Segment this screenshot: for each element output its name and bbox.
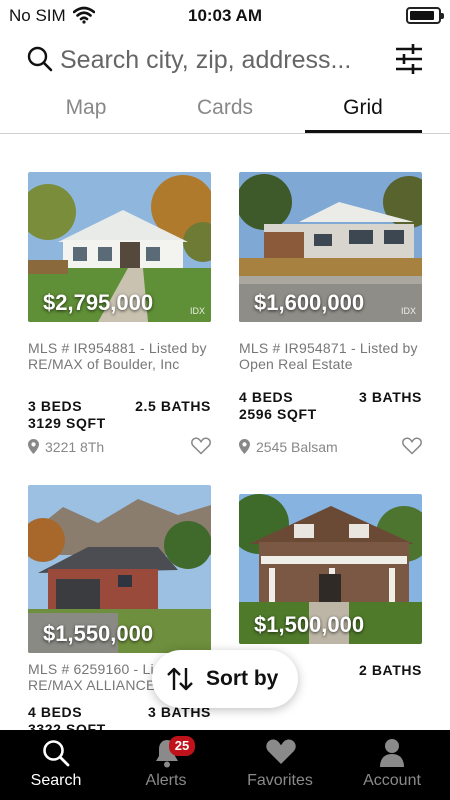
listing-address-row: 3221 8Th xyxy=(28,439,211,457)
listing-photo[interactable]: $1,500,000 xyxy=(239,494,422,644)
location-pin-icon xyxy=(28,439,39,457)
status-time: 10:03 AM xyxy=(187,6,262,25)
view-tabs: Map Cards Grid xyxy=(0,92,450,134)
listing-sqft: 3322 SQFT xyxy=(28,721,106,730)
listing-beds: 4 BEDS xyxy=(28,704,83,720)
idx-logo: IDX xyxy=(400,306,416,316)
nav-alerts-label: Alerts xyxy=(145,772,187,789)
listing-card[interactable]: $1,600,000 IDX MLS # IR954871 - Listed b… xyxy=(239,172,422,472)
listing-photo[interactable]: $1,600,000 IDX xyxy=(239,172,422,322)
listing-address-row: 2545 Balsam xyxy=(239,439,422,457)
tab-active-indicator xyxy=(305,130,422,133)
listing-specs-row: 3 BEDS 2.5 BATHS xyxy=(28,398,211,414)
favorite-heart-icon[interactable] xyxy=(191,437,211,460)
location-pin-icon xyxy=(239,439,250,457)
search-icon[interactable] xyxy=(26,45,54,78)
listing-sqft: 3129 SQFT xyxy=(28,415,106,431)
listing-specs-row: 4 BEDS 3 BATHS xyxy=(239,389,422,405)
person-icon xyxy=(379,738,405,773)
favorite-heart-icon[interactable] xyxy=(402,437,422,460)
listing-photo[interactable]: $2,795,000 IDX xyxy=(28,172,211,322)
listing-card[interactable]: $2,795,000 IDX MLS # IR954881 - Listed b… xyxy=(28,172,211,472)
sort-by-button[interactable]: Sort by xyxy=(152,650,298,708)
listing-sqft: 2596 SQFT xyxy=(239,406,317,422)
listing-beds: 3 BEDS xyxy=(28,398,83,414)
nav-alerts[interactable]: 25 Alerts xyxy=(110,730,222,800)
status-bar: No SIM 10:03 AM xyxy=(0,0,450,32)
listing-baths: 2.5 BATHS xyxy=(135,398,211,414)
listing-mls: MLS # IR954881 - Listed by RE/MAX of Bou… xyxy=(28,340,207,372)
tab-map[interactable]: Map xyxy=(27,96,145,120)
listing-price: $1,500,000 xyxy=(254,612,365,637)
listing-address: 3221 8Th xyxy=(45,439,105,455)
nav-search-label: Search xyxy=(30,772,82,789)
heart-icon xyxy=(265,738,297,771)
nav-favorites-label: Favorites xyxy=(247,772,313,789)
tab-grid[interactable]: Grid xyxy=(304,96,422,120)
bottom-nav: Search 25 Alerts Favorites Account xyxy=(0,730,450,800)
nav-search[interactable]: Search xyxy=(0,730,112,800)
search-bar xyxy=(0,40,450,82)
idx-logo: IDX xyxy=(189,306,205,316)
listing-price: $1,600,000 xyxy=(254,290,365,315)
listing-baths: 2 BATHS xyxy=(358,662,422,678)
listing-baths: 3 BATHS xyxy=(358,389,422,405)
listing-beds: 4 BEDS xyxy=(239,389,294,405)
listing-price: $2,795,000 xyxy=(43,290,154,315)
listing-address: 2545 Balsam xyxy=(256,439,338,455)
filter-icon[interactable] xyxy=(394,42,424,81)
search-input[interactable] xyxy=(60,42,380,78)
listing-mls: MLS # IR954871 - Listed by Open Real Est… xyxy=(239,340,418,372)
nav-favorites[interactable]: Favorites xyxy=(224,730,336,800)
battery-icon xyxy=(406,7,444,24)
listing-photo[interactable]: $1,550,000 xyxy=(28,485,211,653)
nav-account-label: Account xyxy=(363,772,421,789)
nav-account[interactable]: Account xyxy=(336,730,448,800)
tab-cards[interactable]: Cards xyxy=(166,96,284,120)
search-icon xyxy=(41,738,71,773)
sort-by-label: Sort by xyxy=(206,667,279,690)
sort-arrows-icon xyxy=(166,666,194,697)
listing-price: $1,550,000 xyxy=(43,621,154,646)
alerts-count-badge: 25 xyxy=(169,736,195,756)
